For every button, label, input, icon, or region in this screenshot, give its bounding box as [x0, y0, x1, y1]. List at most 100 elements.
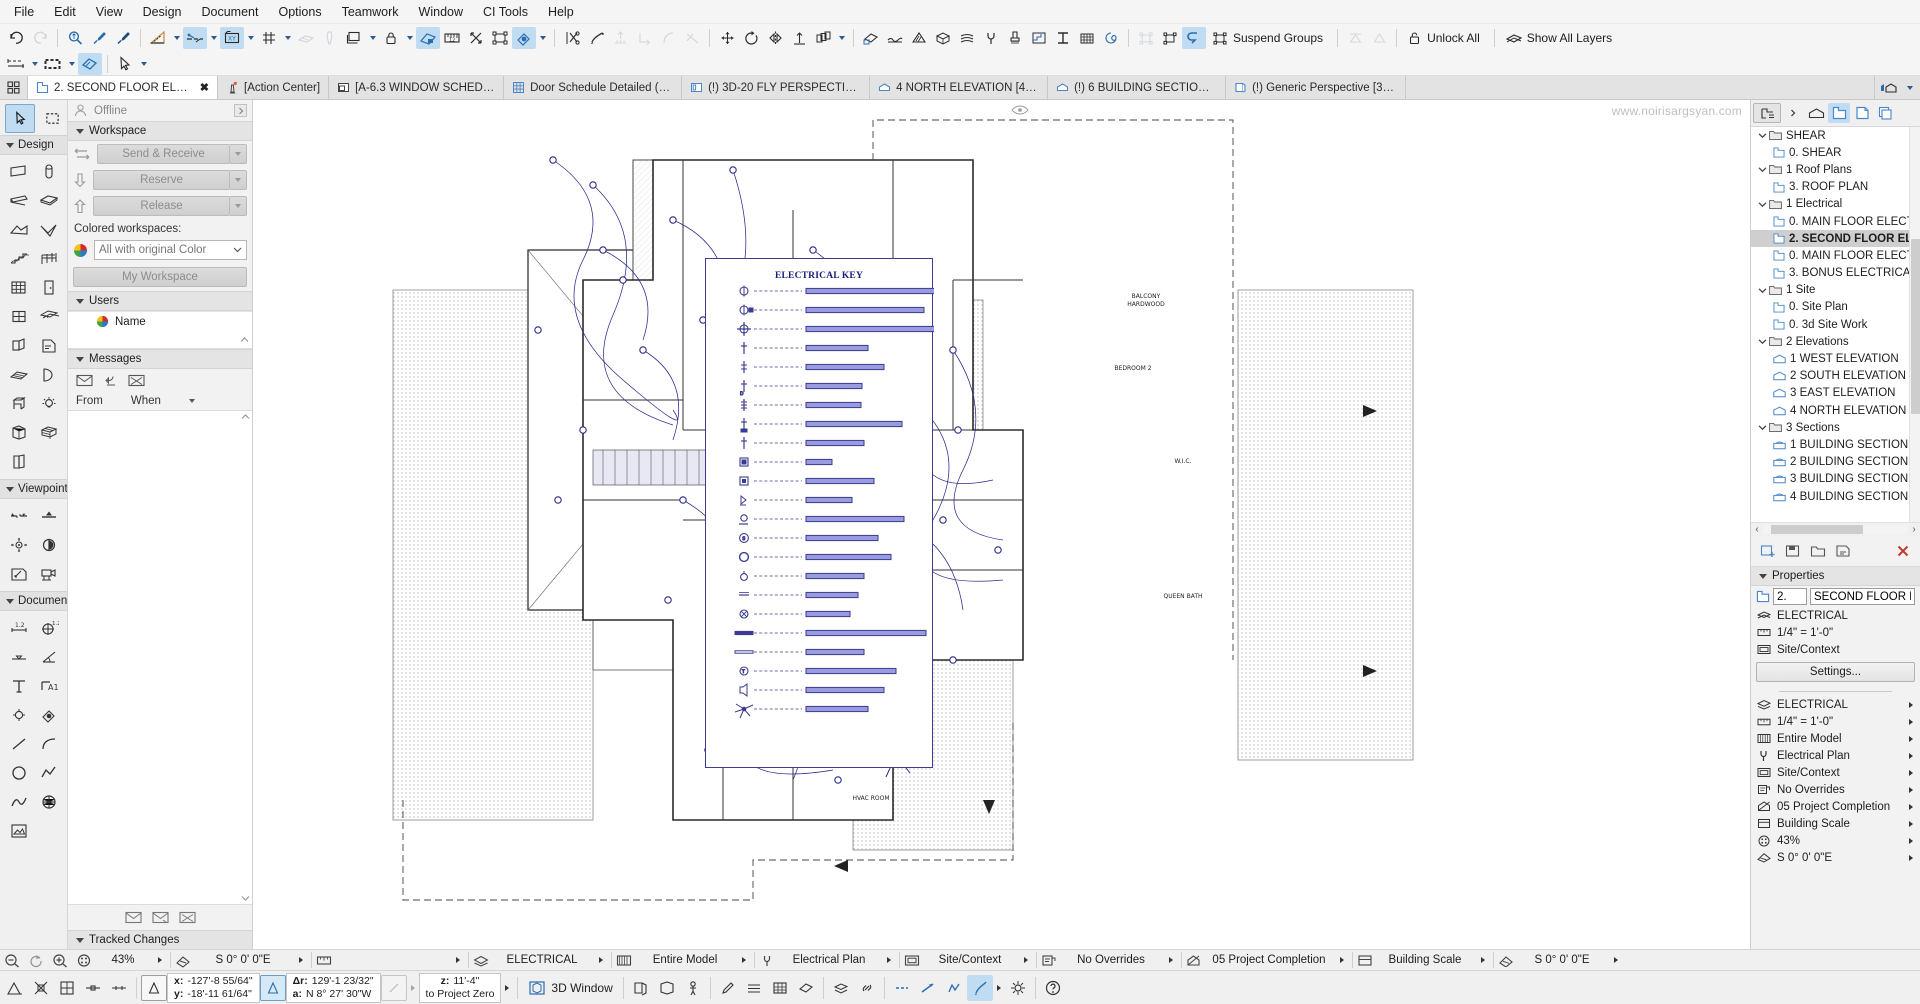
tree-folder-row[interactable]: 1 Roof Plans	[1751, 161, 1920, 178]
navigator-mode-button[interactable]	[1753, 103, 1781, 123]
tree-item-row[interactable]: 4 BUILDING SECTION	[1751, 488, 1920, 505]
zoom-dropdown-arrow[interactable]	[154, 957, 166, 963]
column-y-icon[interactable]	[979, 27, 1003, 49]
marquee-dash-icon[interactable]	[4, 53, 28, 75]
multiply-dropdown-arrow[interactable]	[835, 27, 848, 49]
chevron-down-icon[interactable]	[1755, 287, 1769, 294]
zone-tool[interactable]	[34, 331, 64, 360]
hscroll-track[interactable]	[1763, 525, 1908, 534]
curtainwall-tool[interactable]	[4, 273, 34, 302]
relative-coordinates-icon[interactable]	[380, 974, 407, 1001]
shell-tool[interactable]	[34, 215, 64, 244]
hscroll-thumb[interactable]	[1771, 525, 1863, 534]
tab-window-schedule[interactable]: [A-6.3 WINDOW SCHEDULE]	[329, 76, 505, 99]
menu-teamwork[interactable]: Teamwork	[332, 2, 409, 22]
elevation-tool[interactable]	[34, 501, 64, 530]
hotspot-tool[interactable]	[4, 700, 34, 729]
expand-arrow-icon[interactable]	[1906, 855, 1915, 861]
structure-dropdown-arrow[interactable]	[738, 957, 750, 963]
gravity-icon[interactable]	[28, 975, 54, 1001]
messages-from-header[interactable]: From	[76, 395, 103, 407]
marquee-tool[interactable]	[37, 104, 67, 133]
fill-pattern-icon[interactable]	[767, 975, 793, 1001]
mail-delete-icon[interactable]	[178, 911, 196, 924]
expand-arrow-icon[interactable]	[1906, 838, 1915, 844]
circle-tool[interactable]	[4, 758, 34, 787]
menu-file[interactable]: File	[4, 2, 44, 22]
mirror-icon[interactable]	[763, 27, 787, 49]
dimension-style-row[interactable]: Building Scale	[1751, 815, 1920, 832]
menu-window[interactable]: Window	[409, 2, 473, 22]
skylight-tool[interactable]	[34, 302, 64, 331]
curtain-wall-icon[interactable]	[883, 27, 907, 49]
expand-arrow-icon[interactable]	[1906, 702, 1915, 708]
tree-item-row[interactable]: 3. ROOF PLAN	[1751, 179, 1920, 196]
tri-top-icon[interactable]	[1343, 27, 1367, 49]
zoom-out-button[interactable]	[0, 950, 24, 970]
multiply-icon[interactable]	[811, 27, 835, 49]
scrollbar-thumb[interactable]	[1911, 239, 1920, 414]
layer-combination-row[interactable]: ELECTRICAL	[1751, 696, 1920, 713]
snap-settings-icon[interactable]	[1005, 975, 1031, 1001]
reply-message-icon[interactable]	[103, 374, 118, 387]
reserve-button[interactable]: Reserve	[93, 170, 230, 190]
project-north-dropdown-arrow[interactable]	[1610, 957, 1622, 963]
chevron-down-icon[interactable]	[1755, 166, 1769, 173]
help-bottom-icon[interactable]	[1040, 975, 1066, 1001]
zoom-in-button[interactable]	[48, 950, 72, 970]
tree-item-row[interactable]: 4 NORTH ELEVATION	[1751, 402, 1920, 419]
delete-message-icon[interactable]	[128, 374, 145, 387]
relative-coordinates-arrow[interactable]	[407, 985, 419, 991]
coordinate-marker-x[interactable]	[141, 974, 167, 1001]
measure-dropdown-arrow[interactable]	[170, 27, 183, 49]
structure-display-status[interactable]: Entire Model	[612, 950, 754, 970]
section-tool[interactable]	[4, 501, 34, 530]
lamp-tool[interactable]	[34, 389, 64, 418]
toolbox-document-header[interactable]: Document	[0, 591, 67, 611]
polyline-tool[interactable]	[34, 758, 64, 787]
marker-style-icon[interactable]	[941, 975, 967, 1001]
tab-second-floor-electrical[interactable]: 2. SECOND FLOOR ELECTRIC... ✖	[28, 76, 218, 99]
snap-guide-icon[interactable]	[2, 975, 28, 1001]
magic-wand-bottom-icon[interactable]	[966, 974, 993, 1001]
expand-arrow-icon[interactable]	[1906, 804, 1915, 810]
meshtool-tool[interactable]	[4, 360, 34, 389]
layer-status-icon[interactable]	[828, 975, 854, 1001]
magic-wand-icon[interactable]	[584, 27, 608, 49]
dimension-style-dropdown-arrow[interactable]	[1477, 957, 1489, 963]
renovation-dropdown-arrow[interactable]	[1336, 957, 1348, 963]
workspace-section-header[interactable]: Workspace	[68, 121, 252, 141]
renovation-swirl-icon[interactable]	[1099, 27, 1123, 49]
fillet-arc-icon[interactable]	[656, 27, 680, 49]
ruler-dimension-icon[interactable]: 12	[440, 27, 464, 49]
dimension-style-status[interactable]: Building Scale	[1353, 950, 1493, 970]
camera-tool[interactable]	[34, 559, 64, 588]
marquee-thick-icon[interactable]	[41, 53, 65, 75]
scale-dropdown-arrow[interactable]	[452, 957, 464, 963]
cursor-arrow-icon[interactable]	[113, 53, 137, 75]
window-tool[interactable]	[4, 302, 34, 331]
door-tool[interactable]	[34, 273, 64, 302]
elevate-icon[interactable]	[608, 27, 632, 49]
beam-tool[interactable]	[4, 186, 34, 215]
send-receive-button[interactable]: Send & Receive	[97, 144, 230, 164]
expand-arrow-icon[interactable]	[1906, 787, 1915, 793]
tab-building-section[interactable]: (!) 6 BUILDING SECTION [6 B...	[1048, 76, 1227, 99]
expand-arrow-icon[interactable]	[1906, 821, 1915, 827]
tree-folder-row[interactable]: 1 Electrical	[1751, 196, 1920, 213]
solid-element-icon[interactable]	[859, 27, 883, 49]
beam-brush-icon[interactable]	[1003, 27, 1027, 49]
3d-window-button[interactable]: 3D Window	[522, 979, 618, 997]
explore-model-icon[interactable]	[680, 975, 706, 1001]
group-box-icon[interactable]	[488, 27, 512, 49]
magic-wand-dropdown-arrow[interactable]	[993, 985, 1005, 991]
align-x-icon[interactable]	[464, 27, 488, 49]
snap-points-icon[interactable]	[54, 975, 80, 1001]
tab-generic-perspective[interactable]: (!) Generic Perspective [3D / ...	[1226, 76, 1407, 99]
menu-view[interactable]: View	[86, 2, 133, 22]
intersect-icon[interactable]	[680, 27, 704, 49]
arc-tool[interactable]	[34, 729, 64, 758]
release-button[interactable]: Release	[93, 196, 230, 216]
messages-when-header[interactable]: When	[131, 395, 161, 407]
menu-edit[interactable]: Edit	[44, 2, 86, 22]
